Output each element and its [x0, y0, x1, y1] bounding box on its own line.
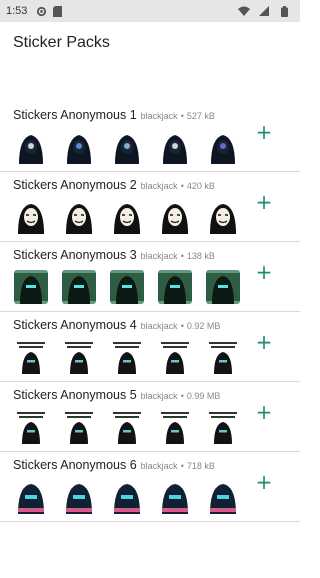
sticker-thumbnail	[158, 480, 192, 514]
pack-author: blackjack	[140, 251, 178, 261]
sticker-pack-row[interactable]: Stickers Anonymous 4blackjack•0.92 MB	[0, 312, 300, 382]
sticker-thumbnail	[158, 200, 192, 234]
sticker-pack-row[interactable]: Stickers Anonymous 6 blackjack • 718 kB +	[0, 452, 300, 522]
sticker-thumbnail	[206, 340, 240, 374]
add-pack-button[interactable]: +	[254, 262, 274, 282]
pack-author: blackjack	[140, 111, 178, 121]
sticker-thumbnails	[14, 340, 240, 374]
sticker-thumbnail	[206, 130, 240, 164]
sticker-thumbnail	[110, 480, 144, 514]
battery-icon	[278, 5, 290, 17]
pack-size: 0.92 MB	[186, 321, 221, 331]
pack-meta: blackjack • 420 kB	[141, 181, 215, 191]
meta-separator: •	[180, 391, 184, 401]
pack-header: Stickers Anonymous 5 blackjack • 0.99 MB	[13, 388, 220, 402]
sticker-thumbnail	[110, 270, 144, 304]
sticker-thumbnail	[110, 410, 144, 444]
sticker-thumbnail	[206, 480, 240, 514]
sticker-pack-list: Stickers Anonymous 1blackjack•527 kB	[0, 102, 300, 522]
pack-meta: blackjack • 0.99 MB	[141, 391, 221, 401]
sticker-thumbnail	[14, 270, 48, 304]
sticker-thumbnail	[158, 410, 192, 444]
meta-separator: •	[180, 321, 184, 331]
pack-size: 138 kB	[186, 251, 215, 261]
pack-header: Stickers Anonymous 6 blackjack • 718 kB	[13, 458, 215, 472]
sticker-thumbnail	[158, 340, 192, 374]
sticker-thumbnail	[14, 480, 48, 514]
pack-meta: blackjack • 527 kB	[141, 111, 215, 121]
sticker-thumbnail	[62, 200, 96, 234]
sticker-thumbnail	[206, 410, 240, 444]
pack-name: Stickers Anonymous 5	[13, 388, 137, 402]
sticker-thumbnail	[110, 340, 144, 374]
sim-card-icon	[51, 5, 63, 17]
meta-separator: •	[180, 111, 184, 121]
pack-size: 718 kB	[186, 461, 215, 471]
sticker-thumbnail	[62, 130, 96, 164]
page-title: Sticker Packs	[13, 34, 110, 51]
add-pack-button[interactable]: +	[254, 122, 274, 142]
pack-author: blackjack	[140, 321, 178, 331]
pack-name: Stickers Anonymous 6	[13, 458, 137, 472]
status-bar: 1:53	[0, 0, 300, 22]
pack-header: Stickers Anonymous 3 blackjack • 138 kB	[13, 248, 215, 262]
sticker-pack-row[interactable]: Stickers Anonymous 1blackjack•527 kB	[0, 102, 300, 172]
sticker-pack-row[interactable]: Stickers Anonymous 2blackjack•420 kB	[0, 172, 300, 242]
sticker-thumbnail	[110, 200, 144, 234]
sticker-thumbnail	[14, 340, 48, 374]
add-pack-button[interactable]: +	[254, 402, 274, 422]
sticker-thumbnail	[158, 130, 192, 164]
sticker-thumbnail	[14, 130, 48, 164]
pack-meta: blackjack • 718 kB	[141, 461, 215, 471]
sticker-thumbnail	[158, 270, 192, 304]
pack-name: Stickers Anonymous 1	[13, 108, 137, 122]
status-time: 1:53	[6, 5, 28, 17]
sticker-thumbnails	[14, 130, 240, 164]
pack-author: blackjack	[140, 181, 178, 191]
wifi-icon	[238, 5, 250, 17]
sticker-thumbnail	[14, 410, 48, 444]
sticker-thumbnails	[14, 200, 240, 234]
pack-size: 527 kB	[186, 111, 215, 121]
sticker-thumbnails	[14, 410, 240, 444]
sticker-thumbnail	[62, 480, 96, 514]
pack-header: Stickers Anonymous 4 blackjack • 0.92 MB	[13, 318, 220, 332]
pack-author: blackjack	[140, 461, 178, 471]
sticker-pack-row[interactable]: Stickers Anonymous 5blackjack•0.99 MB	[0, 382, 300, 452]
add-pack-button[interactable]: +	[254, 332, 274, 352]
sticker-thumbnail	[14, 200, 48, 234]
pack-header: Stickers Anonymous 2 blackjack • 420 kB	[13, 178, 215, 192]
pack-name: Stickers Anonymous 3	[13, 248, 137, 262]
meta-separator: •	[180, 461, 184, 471]
sticker-thumbnail	[110, 130, 144, 164]
pack-name: Stickers Anonymous 2	[13, 178, 137, 192]
sticker-pack-row[interactable]: Stickers Anonymous 3blackjack•138 kB	[0, 242, 300, 312]
pack-header: Stickers Anonymous 1 blackjack • 527 kB	[13, 108, 215, 122]
pack-size: 0.99 MB	[186, 391, 221, 401]
sticker-thumbnails	[14, 270, 240, 304]
meta-separator: •	[180, 251, 184, 261]
pack-author: blackjack	[140, 391, 178, 401]
sticker-thumbnails	[14, 480, 240, 514]
sticker-thumbnail	[62, 270, 96, 304]
pack-meta: blackjack • 0.92 MB	[141, 321, 221, 331]
sticker-thumbnail	[206, 270, 240, 304]
pack-name: Stickers Anonymous 4	[13, 318, 137, 332]
add-pack-button[interactable]: +	[254, 472, 274, 492]
sticker-thumbnail	[62, 410, 96, 444]
pack-size: 420 kB	[186, 181, 215, 191]
app-bar: Sticker Packs	[0, 22, 300, 64]
pack-meta: blackjack • 138 kB	[141, 251, 215, 261]
sticker-thumbnail	[206, 200, 240, 234]
add-pack-button[interactable]: +	[254, 192, 274, 212]
signal-icon	[258, 5, 270, 17]
meta-separator: •	[180, 181, 184, 191]
gear-icon	[35, 5, 47, 17]
sticker-thumbnail	[62, 340, 96, 374]
